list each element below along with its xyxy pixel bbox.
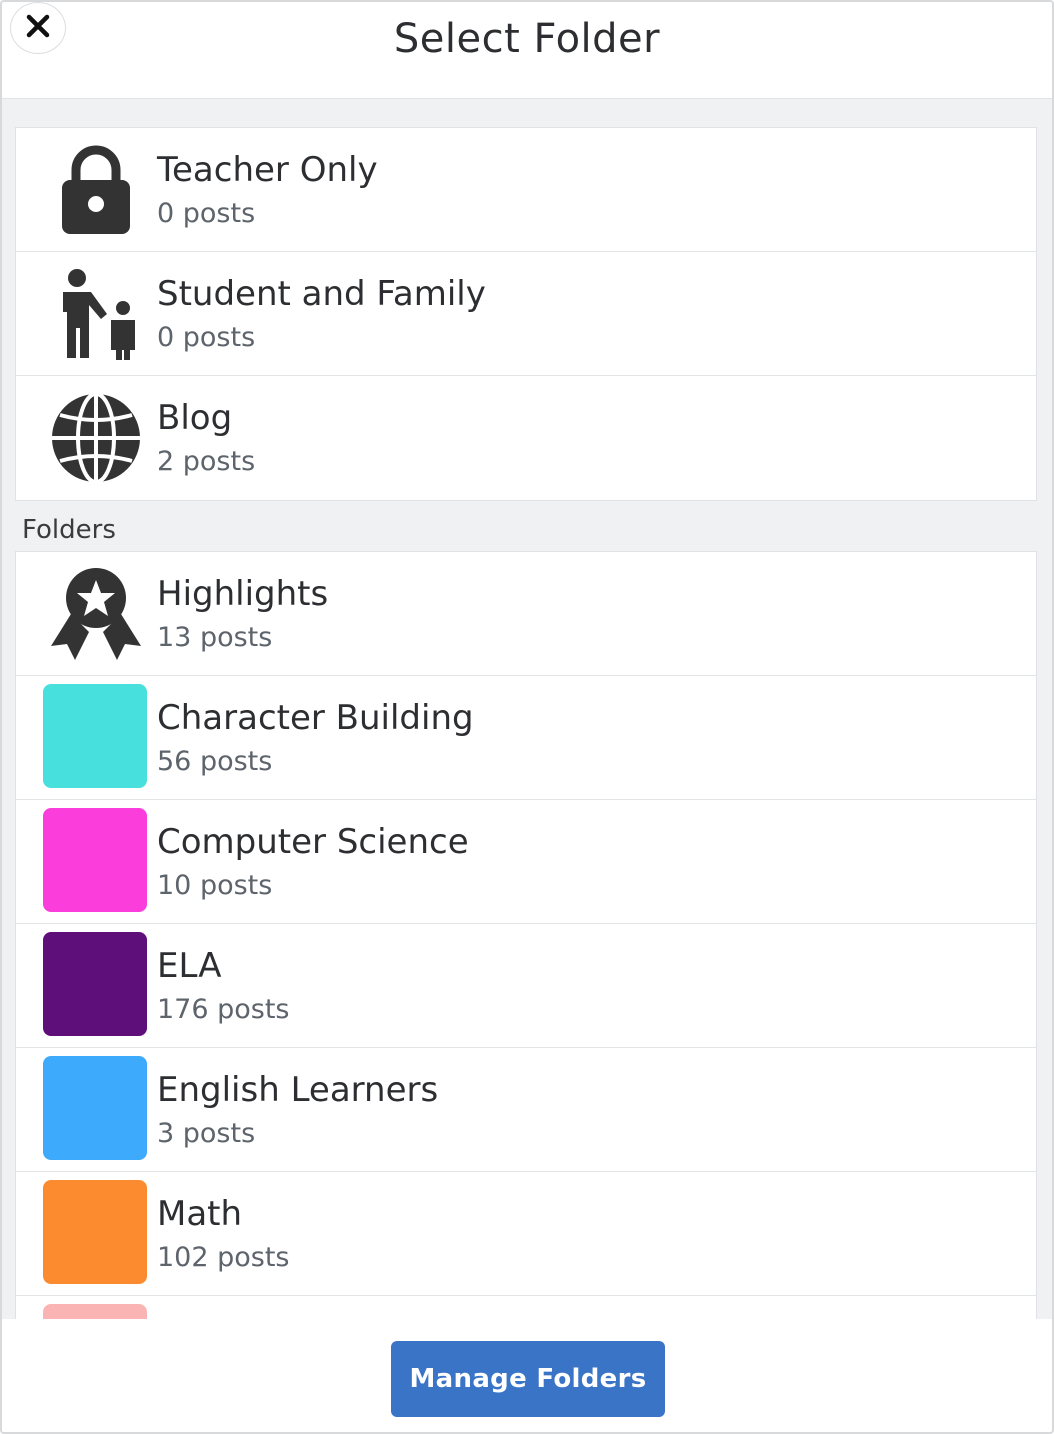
- folder-row-highlights[interactable]: Highlights 13 posts: [16, 552, 1036, 676]
- folder-name: Computer Science: [157, 822, 469, 862]
- folder-color-swatch: [43, 684, 147, 788]
- folder-name: Character Building: [157, 698, 474, 738]
- folder-row-student-family[interactable]: Student and Family 0 posts: [16, 252, 1036, 376]
- select-folder-dialog: Select Folder Teacher Only 0 posts Stude…: [0, 0, 1054, 1434]
- award-ribbon-icon: [46, 564, 146, 664]
- folder-name: Teacher Only: [157, 150, 378, 190]
- folder-name: English Learners: [157, 1070, 439, 1110]
- folder-post-count: 0 posts: [157, 198, 256, 229]
- folder-post-count: 56 posts: [157, 746, 273, 777]
- folder-row-character-building[interactable]: Character Building 56 posts: [16, 676, 1036, 800]
- folder-post-count: 102 posts: [157, 1242, 290, 1273]
- folder-post-count: 3 posts: [157, 1118, 256, 1149]
- dialog-footer: Manage Folders: [2, 1319, 1052, 1432]
- folder-name: Highlights: [157, 574, 329, 614]
- folder-name: Math: [157, 1194, 243, 1234]
- folder-name: Student and Family: [157, 274, 486, 314]
- manage-folders-button[interactable]: Manage Folders: [391, 1341, 665, 1417]
- folder-post-count: 176 posts: [157, 994, 290, 1025]
- folder-color-swatch: [43, 808, 147, 912]
- globe-icon: [46, 388, 146, 488]
- dialog-header: Select Folder: [2, 2, 1052, 99]
- folder-name: Blog: [157, 398, 233, 438]
- folder-row-blog[interactable]: Blog 2 posts: [16, 376, 1036, 500]
- folder-color-swatch: [43, 1056, 147, 1160]
- page-title: Select Folder: [393, 16, 661, 62]
- folder-color-swatch: [43, 1180, 147, 1284]
- folder-name: ELA: [157, 946, 222, 986]
- default-folders-card: Teacher Only 0 posts Student and Family …: [15, 127, 1037, 501]
- lock-icon: [46, 140, 146, 240]
- folder-row-english-learners[interactable]: English Learners 3 posts: [16, 1048, 1036, 1172]
- folder-post-count: 10 posts: [157, 870, 273, 901]
- folder-row-partial[interactable]: [16, 1296, 1036, 1319]
- custom-folders-card: Highlights 13 posts Character Building 5…: [15, 551, 1037, 1319]
- folder-row-teacher-only[interactable]: Teacher Only 0 posts: [16, 128, 1036, 252]
- folders-section-label: Folders: [22, 515, 116, 545]
- folder-color-swatch: [43, 932, 147, 1036]
- folder-row-computer-science[interactable]: Computer Science 10 posts: [16, 800, 1036, 924]
- folder-row-ela[interactable]: ELA 176 posts: [16, 924, 1036, 1048]
- folder-color-swatch: [43, 1304, 147, 1319]
- folder-post-count: 13 posts: [157, 622, 273, 653]
- folder-row-math[interactable]: Math 102 posts: [16, 1172, 1036, 1296]
- parent-child-icon: [46, 264, 146, 364]
- folder-post-count: 2 posts: [157, 446, 256, 477]
- folder-post-count: 0 posts: [157, 322, 256, 353]
- folder-list-scroll[interactable]: Teacher Only 0 posts Student and Family …: [2, 99, 1052, 1319]
